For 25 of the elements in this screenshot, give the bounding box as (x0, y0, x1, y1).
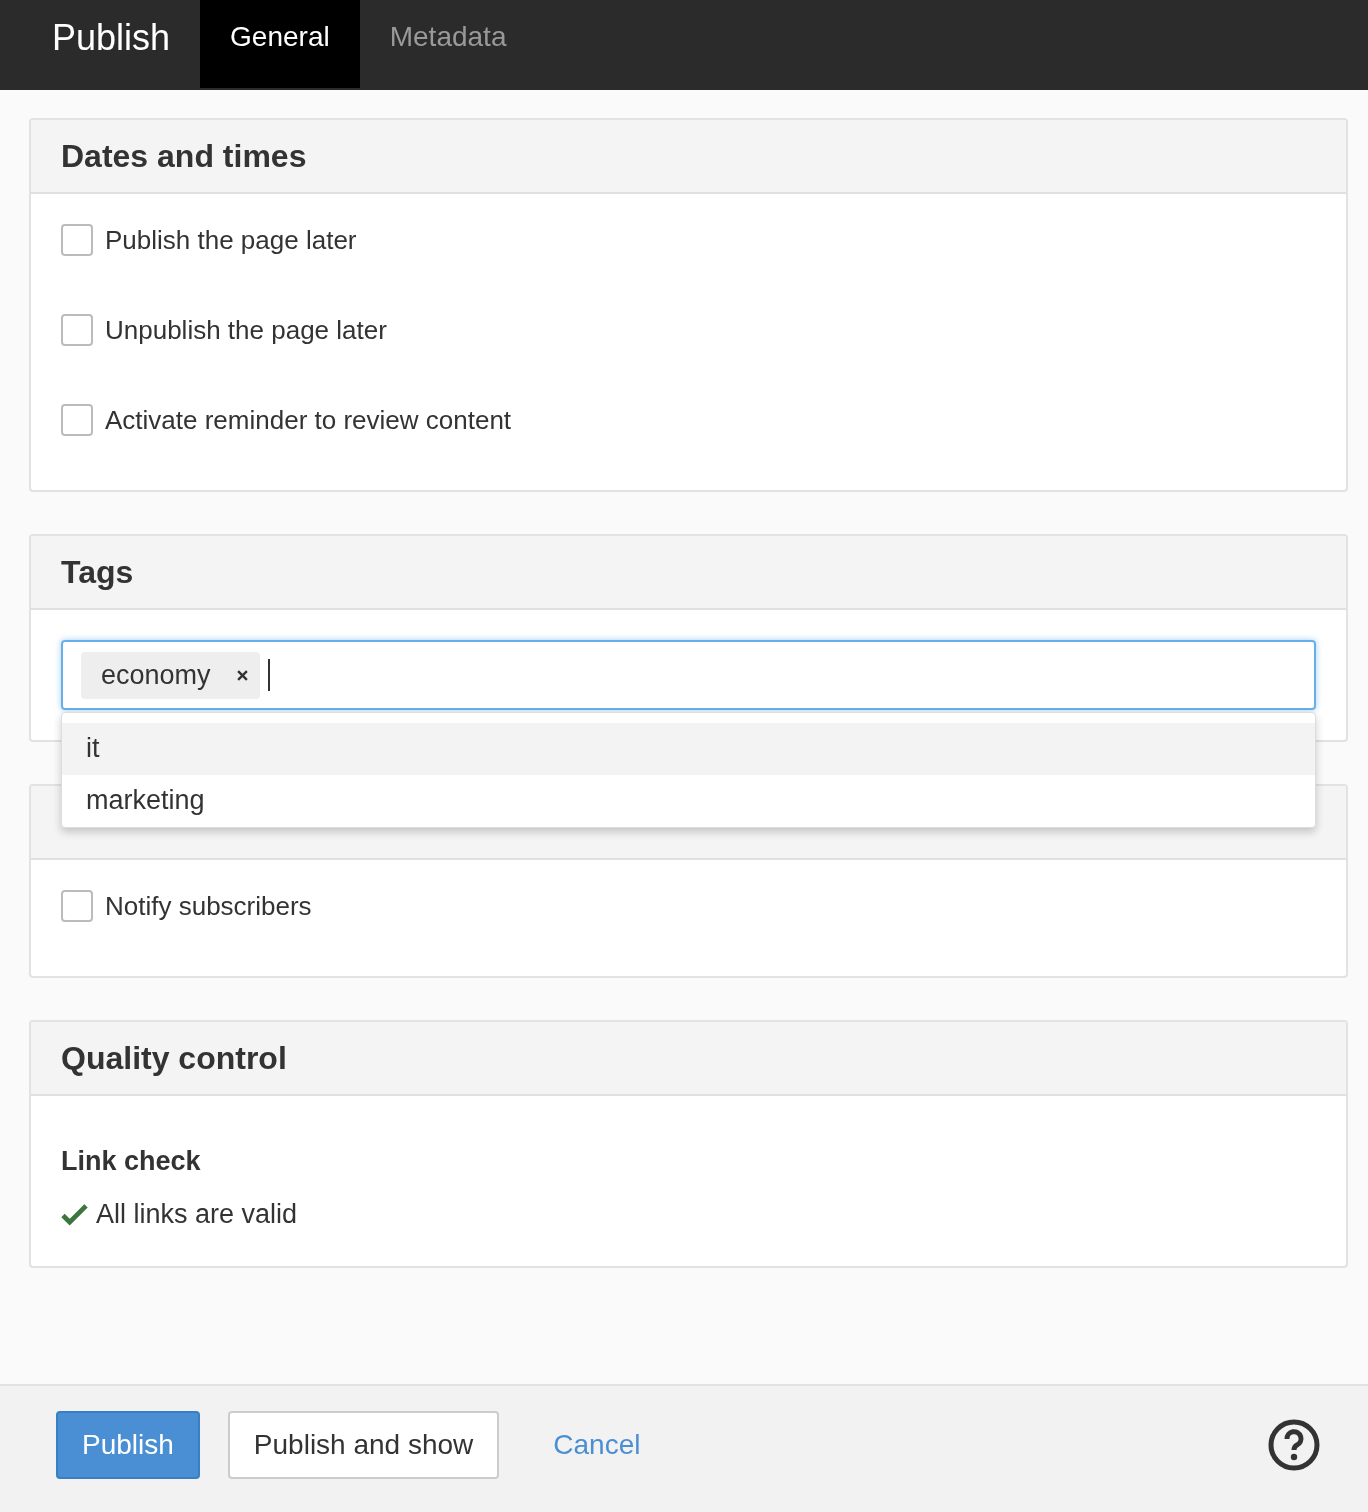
panel-heading: Tags (61, 553, 134, 591)
suggestion-item[interactable]: marketing (62, 775, 1315, 827)
tab[interactable]: General (200, 0, 360, 88)
tag-label: economy (101, 659, 211, 691)
help-icon[interactable] (1268, 1419, 1320, 1471)
checkbox-label: Publish the page later (105, 224, 357, 256)
tags-input-field[interactable]: economy (61, 640, 1316, 710)
suggestion-item[interactable]: it (62, 723, 1315, 775)
checkbox[interactable] (61, 890, 93, 922)
publish-and-show-button[interactable]: Publish and show (227, 1411, 500, 1479)
checkbox-label: Activate reminder to review content (105, 404, 512, 436)
checkbox-label: Notify subscribers (105, 890, 312, 922)
remove-icon[interactable] (236, 669, 248, 681)
tab[interactable]: Metadata (359, 0, 537, 88)
dialog-title: Publish (51, 16, 172, 60)
checkbox[interactable] (61, 404, 93, 436)
checkmark-icon (61, 1203, 88, 1226)
checkbox[interactable] (61, 224, 93, 256)
status-text: All links are valid (96, 1199, 298, 1230)
text-cursor (267, 659, 270, 691)
panel-heading: Dates and times (61, 137, 307, 175)
checkbox[interactable] (61, 314, 93, 346)
panel-heading: Quality control (61, 1039, 287, 1077)
section-label: Link check (61, 1146, 202, 1177)
checkbox-label: Unpublish the page later (105, 314, 387, 346)
